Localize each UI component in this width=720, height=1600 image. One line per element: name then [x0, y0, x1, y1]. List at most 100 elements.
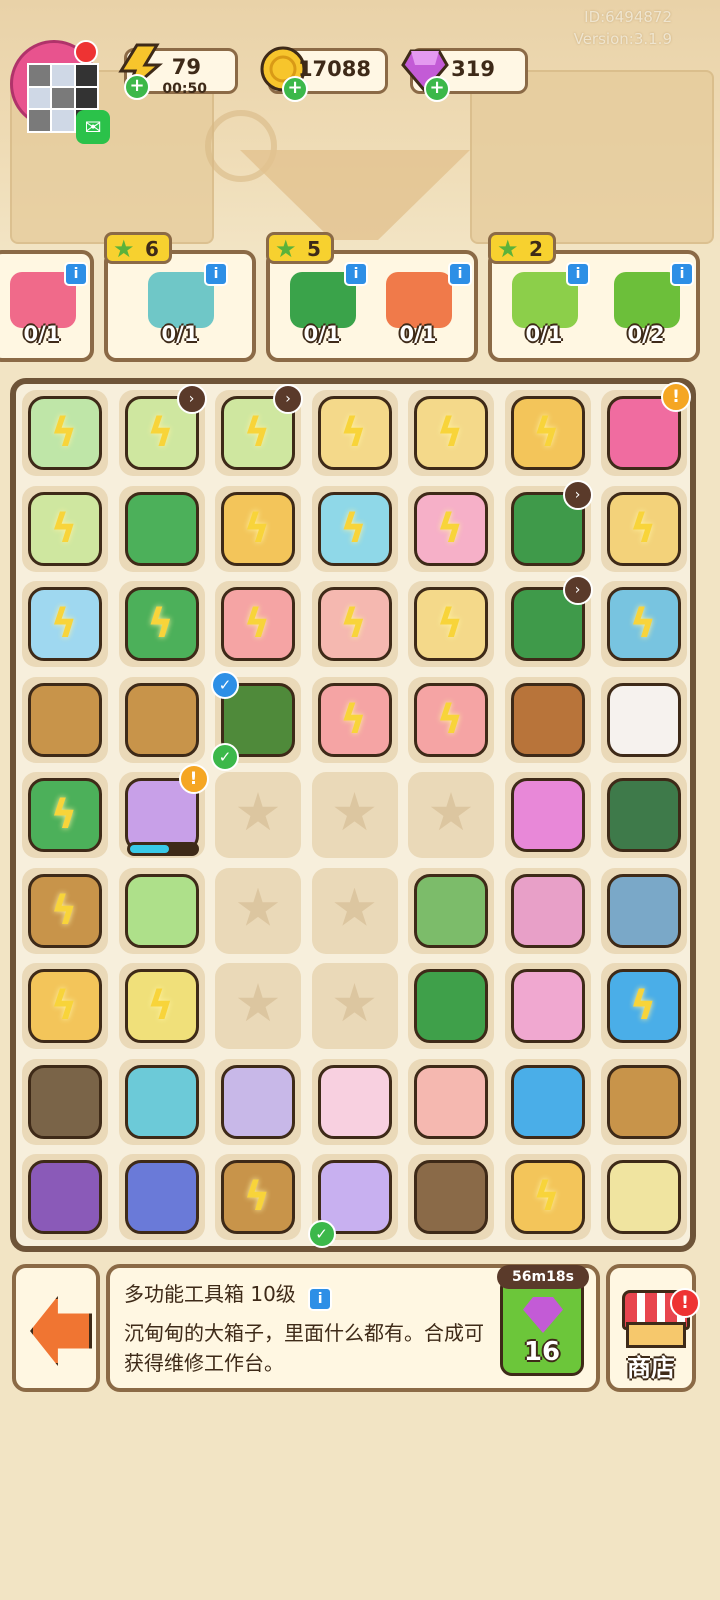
- board-cell[interactable]: [22, 676, 108, 763]
- board-cell[interactable]: [601, 1058, 687, 1145]
- board-cell[interactable]: ϟ: [215, 581, 301, 667]
- board-cell[interactable]: ϟ: [408, 485, 494, 572]
- merge-item[interactable]: [28, 873, 102, 948]
- merge-item[interactable]: [28, 587, 102, 661]
- board-cell[interactable]: [408, 1058, 494, 1145]
- merge-item[interactable]: [28, 778, 102, 852]
- board-cell[interactable]: ϟ: [22, 485, 108, 572]
- board-cell[interactable]: ϟ: [408, 676, 494, 763]
- board-cell[interactable]: [504, 963, 591, 1049]
- shop-button[interactable]: 商店: [606, 1264, 696, 1392]
- merge-item[interactable]: [607, 587, 681, 661]
- merge-item[interactable]: [28, 1160, 102, 1234]
- merge-item[interactable]: [510, 778, 585, 852]
- board-cell[interactable]: ϟ: [601, 485, 687, 572]
- board-cell[interactable]: ›: [504, 479, 593, 572]
- merge-item[interactable]: [510, 1160, 585, 1234]
- board-cell[interactable]: [504, 1058, 591, 1145]
- info-icon[interactable]: i: [204, 262, 228, 286]
- merge-item[interactable]: [414, 396, 488, 470]
- board-cell[interactable]: ✓: [307, 1154, 398, 1248]
- info-icon[interactable]: i: [64, 262, 88, 286]
- wechat-icon[interactable]: ✉: [76, 110, 110, 144]
- board-cell[interactable]: [311, 1058, 398, 1145]
- merge-item[interactable]: [510, 873, 585, 948]
- info-icon[interactable]: i: [308, 1287, 333, 1311]
- info-icon[interactable]: i: [670, 262, 694, 286]
- board-cell[interactable]: [504, 772, 591, 858]
- board-cell[interactable]: [408, 867, 494, 954]
- empty-board-cell[interactable]: [215, 772, 301, 858]
- merge-item[interactable]: [221, 1160, 295, 1234]
- merge-item[interactable]: [124, 491, 199, 566]
- board-cell[interactable]: [118, 867, 205, 954]
- empty-board-cell[interactable]: [311, 772, 398, 858]
- merge-item[interactable]: [607, 682, 681, 757]
- board-cell[interactable]: [601, 867, 687, 954]
- empty-board-cell[interactable]: [311, 963, 398, 1049]
- merge-item[interactable]: [414, 969, 488, 1043]
- empty-board-cell[interactable]: [408, 772, 494, 858]
- board-cell[interactable]: ϟ: [311, 676, 398, 763]
- merge-item[interactable]: [414, 873, 488, 948]
- board-cell[interactable]: ϟ: [601, 963, 687, 1049]
- merge-item[interactable]: [607, 873, 681, 948]
- board-cell[interactable]: [504, 676, 591, 763]
- merge-item[interactable]: [221, 1064, 295, 1139]
- board-cell[interactable]: ϟ: [311, 485, 398, 572]
- merge-item[interactable]: [124, 587, 199, 661]
- merge-item[interactable]: [510, 969, 585, 1043]
- merge-item[interactable]: [317, 587, 392, 661]
- add-gems-button[interactable]: +: [424, 76, 450, 102]
- add-energy-button[interactable]: +: [124, 74, 150, 100]
- board-cell[interactable]: [22, 1058, 108, 1145]
- merge-item[interactable]: [607, 778, 681, 852]
- merge-item[interactable]: [28, 969, 102, 1043]
- merge-item[interactable]: [317, 396, 392, 470]
- add-coins-button[interactable]: +: [282, 76, 308, 102]
- merge-item[interactable]: [607, 1064, 681, 1139]
- board-cell[interactable]: ϟ ›: [118, 384, 207, 476]
- merge-item[interactable]: [124, 1064, 199, 1139]
- board-cell[interactable]: [118, 485, 205, 572]
- board-cell[interactable]: ϟ: [408, 390, 494, 476]
- board-cell[interactable]: !: [118, 764, 209, 858]
- empty-board-cell[interactable]: [311, 867, 398, 954]
- board-cell[interactable]: ϟ ›: [215, 384, 303, 476]
- board-cell[interactable]: [215, 1058, 301, 1145]
- board-cell[interactable]: ϟ: [118, 963, 205, 1049]
- board-cell[interactable]: [118, 1058, 205, 1145]
- info-icon[interactable]: i: [566, 262, 590, 286]
- merge-item[interactable]: [124, 969, 199, 1043]
- board-cell[interactable]: ϟ: [311, 390, 398, 476]
- board-cell[interactable]: ϟ: [22, 867, 108, 954]
- board-cell[interactable]: [601, 772, 687, 858]
- merge-item[interactable]: [607, 969, 681, 1043]
- merge-item[interactable]: [28, 396, 102, 470]
- merge-item[interactable]: [317, 682, 392, 757]
- info-icon[interactable]: i: [344, 262, 368, 286]
- board-cell[interactable]: ϟ: [22, 390, 108, 476]
- board-cell[interactable]: [118, 676, 205, 763]
- empty-board-cell[interactable]: [215, 963, 301, 1049]
- board-cell[interactable]: [22, 1154, 108, 1240]
- empty-board-cell[interactable]: [215, 867, 301, 954]
- info-icon[interactable]: i: [448, 262, 472, 286]
- board-cell[interactable]: ϟ: [22, 772, 108, 858]
- board-cell[interactable]: [601, 676, 687, 763]
- merge-item[interactable]: [221, 491, 295, 566]
- board-cell[interactable]: !: [601, 382, 691, 476]
- board-cell[interactable]: ϟ: [504, 1154, 591, 1240]
- speedup-button[interactable]: 56m18s 16: [497, 1265, 589, 1376]
- board-cell[interactable]: [408, 963, 494, 1049]
- merge-item[interactable]: [414, 1160, 488, 1234]
- merge-item[interactable]: [28, 1064, 102, 1139]
- merge-item[interactable]: [414, 1064, 488, 1139]
- merge-item[interactable]: [414, 587, 488, 661]
- merge-item[interactable]: [510, 682, 585, 757]
- board-cell[interactable]: ✓ ✓: [211, 670, 301, 771]
- board-cell[interactable]: ϟ: [118, 581, 205, 667]
- merge-item[interactable]: [607, 1160, 681, 1234]
- board-cell[interactable]: [601, 1154, 687, 1240]
- board-cell[interactable]: ›: [504, 575, 593, 667]
